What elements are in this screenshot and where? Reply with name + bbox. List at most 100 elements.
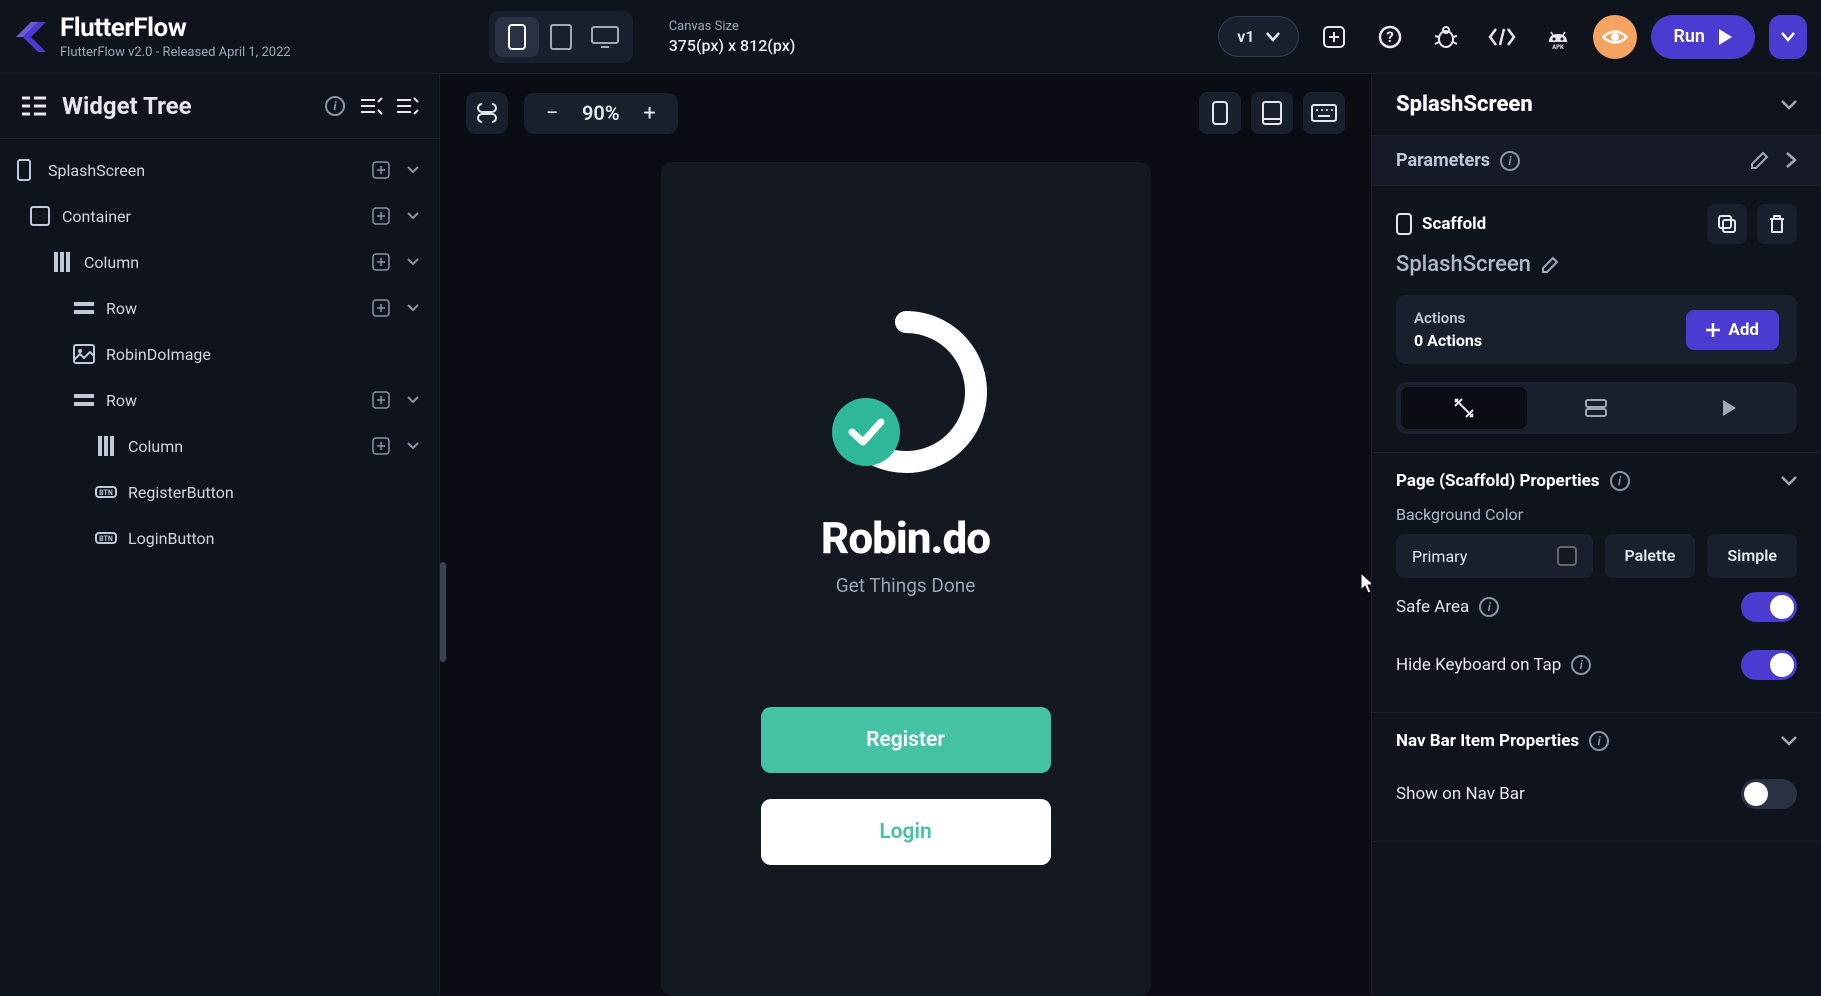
preview-button[interactable] <box>1593 15 1637 59</box>
info-icon[interactable]: i <box>1479 597 1499 617</box>
info-icon[interactable]: i <box>1610 471 1630 491</box>
preview-tablet-button[interactable] <box>1251 92 1293 134</box>
trash-icon <box>1768 214 1786 234</box>
safe-area-toggle[interactable] <box>1741 592 1797 622</box>
widget-tree-title: Widget Tree <box>62 92 311 120</box>
zoom-out-button[interactable]: − <box>540 101 564 126</box>
widget-tree: SplashScreenContainerColumnRowRobinDoIma… <box>0 139 439 569</box>
preview-phone-button[interactable] <box>1199 92 1241 134</box>
chevron-right-icon[interactable] <box>1785 151 1797 169</box>
scroll-indicator[interactable] <box>440 562 446 662</box>
simple-button[interactable]: Simple <box>1707 534 1797 578</box>
palette-button[interactable]: Palette <box>1605 534 1696 578</box>
info-icon[interactable]: i <box>325 96 345 116</box>
command-button[interactable] <box>466 92 508 134</box>
plus-square-icon <box>1323 26 1345 48</box>
tree-item-column[interactable]: Column <box>0 423 439 469</box>
help-icon: ? <box>1378 25 1402 49</box>
expand-button[interactable] <box>401 250 425 274</box>
tree-item-label: RegisterButton <box>128 483 425 502</box>
keyboard-button[interactable] <box>1303 92 1345 134</box>
add-child-button[interactable] <box>369 434 393 458</box>
show-nav-label: Show on Nav Bar <box>1396 784 1525 804</box>
add-child-button[interactable] <box>369 388 393 412</box>
plus-icon <box>1706 323 1720 337</box>
collapse-all-icon[interactable] <box>359 96 383 116</box>
tree-item-loginbutton[interactable]: BTNLoginButton <box>0 515 439 561</box>
info-icon[interactable]: i <box>1571 655 1591 675</box>
expand-button[interactable] <box>401 204 425 228</box>
version-subtitle: FlutterFlow v2.0 - Released April 1, 202… <box>60 45 291 60</box>
add-child-button[interactable] <box>369 204 393 228</box>
version-selector[interactable]: v1 <box>1218 16 1299 57</box>
expand-button[interactable] <box>401 434 425 458</box>
chevron-down-icon[interactable] <box>1781 736 1797 746</box>
add-child-button[interactable] <box>369 250 393 274</box>
tree-item-row[interactable]: Row <box>0 377 439 423</box>
tree-item-column[interactable]: Column <box>0 239 439 285</box>
tree-item-label: Container <box>62 207 359 226</box>
device-frame: Robin.do Get Things Done Register Login <box>661 162 1151 996</box>
add-child-button[interactable] <box>369 296 393 320</box>
expand-button[interactable] <box>401 388 425 412</box>
help-button[interactable]: ? <box>1369 16 1411 58</box>
scaffold-name: SplashScreen <box>1396 252 1531 277</box>
tree-item-robindoimage[interactable]: RobinDoImage <box>0 331 439 377</box>
right-panel: SplashScreen Parameters i Scaffold <box>1371 74 1821 996</box>
zoom-controls: − 90% + <box>524 93 678 134</box>
tab-animations[interactable] <box>1666 387 1792 429</box>
svg-text:?: ? <box>1387 28 1394 46</box>
expand-all-icon[interactable] <box>395 96 419 116</box>
tree-item-splashscreen[interactable]: SplashScreen <box>0 147 439 193</box>
row-icon <box>72 296 96 320</box>
run-button[interactable]: Run <box>1651 15 1755 59</box>
tree-item-label: Row <box>106 391 359 410</box>
canvas-size-value: 375(px) x 812(px) <box>669 36 796 55</box>
device-tablet-button[interactable] <box>539 17 583 57</box>
edit-icon[interactable] <box>1749 151 1769 171</box>
svg-text:BTN: BTN <box>99 535 113 543</box>
canvas-area: − 90% + <box>440 74 1371 996</box>
register-button[interactable]: Register <box>761 707 1051 773</box>
login-button[interactable]: Login <box>761 799 1051 865</box>
apk-button[interactable]: APK <box>1537 16 1579 58</box>
add-action-button[interactable]: Add <box>1686 310 1779 350</box>
tree-item-container[interactable]: Container <box>0 193 439 239</box>
tree-item-registerbutton[interactable]: BTNRegisterButton <box>0 469 439 515</box>
hide-keyboard-toggle[interactable] <box>1741 650 1797 680</box>
code-button[interactable] <box>1481 16 1523 58</box>
add-button[interactable] <box>1313 16 1355 58</box>
bg-color-label: Background Color <box>1396 505 1797 524</box>
btn-icon: BTN <box>94 526 118 550</box>
delete-button[interactable] <box>1757 204 1797 244</box>
actions-label: Actions <box>1414 309 1482 327</box>
add-child-button[interactable] <box>369 158 393 182</box>
run-more-button[interactable] <box>1769 15 1807 59</box>
zoom-in-button[interactable]: + <box>638 101 662 126</box>
debug-button[interactable] <box>1425 16 1467 58</box>
expand-button[interactable] <box>401 158 425 182</box>
device-phone-button[interactable] <box>495 17 539 57</box>
info-icon[interactable]: i <box>1500 151 1520 171</box>
chevron-down-icon[interactable] <box>1781 100 1797 110</box>
tab-backend[interactable] <box>1533 387 1659 429</box>
device-desktop-button[interactable] <box>583 17 627 57</box>
tab-design[interactable] <box>1401 387 1527 429</box>
chevron-down-icon[interactable] <box>1781 476 1797 486</box>
copy-button[interactable] <box>1707 204 1747 244</box>
phone-icon <box>1212 101 1228 125</box>
canvas-viewport[interactable]: Robin.do Get Things Done Register Login <box>440 152 1371 996</box>
info-icon[interactable]: i <box>1589 731 1609 751</box>
color-swatch <box>1557 546 1577 566</box>
edit-icon[interactable] <box>1541 256 1559 274</box>
command-icon <box>476 102 498 124</box>
right-panel-title: SplashScreen <box>1396 92 1533 117</box>
bg-color-value: Primary <box>1412 547 1467 566</box>
tree-item-label: SplashScreen <box>48 161 359 180</box>
app-title: Robin.do <box>821 512 990 564</box>
brand-title: FlutterFlow <box>60 13 291 43</box>
bg-color-input[interactable]: Primary <box>1396 534 1593 578</box>
tree-item-row[interactable]: Row <box>0 285 439 331</box>
expand-button[interactable] <box>401 296 425 320</box>
show-nav-toggle[interactable] <box>1741 779 1797 809</box>
